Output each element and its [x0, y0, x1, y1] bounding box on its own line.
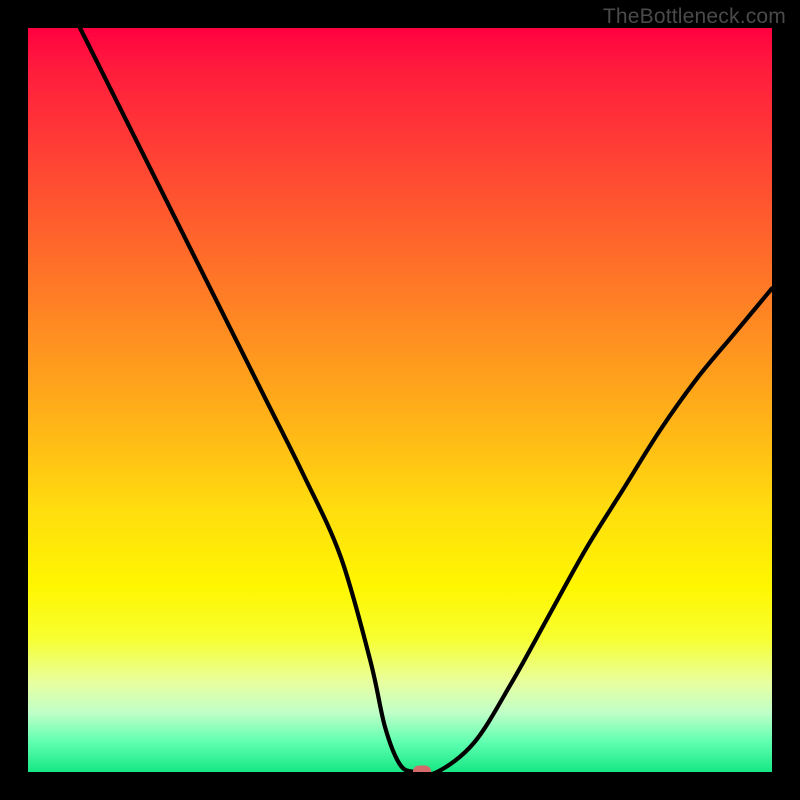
bottleneck-curve [28, 28, 772, 772]
chart-frame: TheBottleneck.com [0, 0, 800, 800]
watermark-text: TheBottleneck.com [603, 5, 786, 29]
curve-path [80, 28, 772, 772]
plot-area [28, 28, 772, 772]
optimal-point-marker [413, 766, 431, 773]
